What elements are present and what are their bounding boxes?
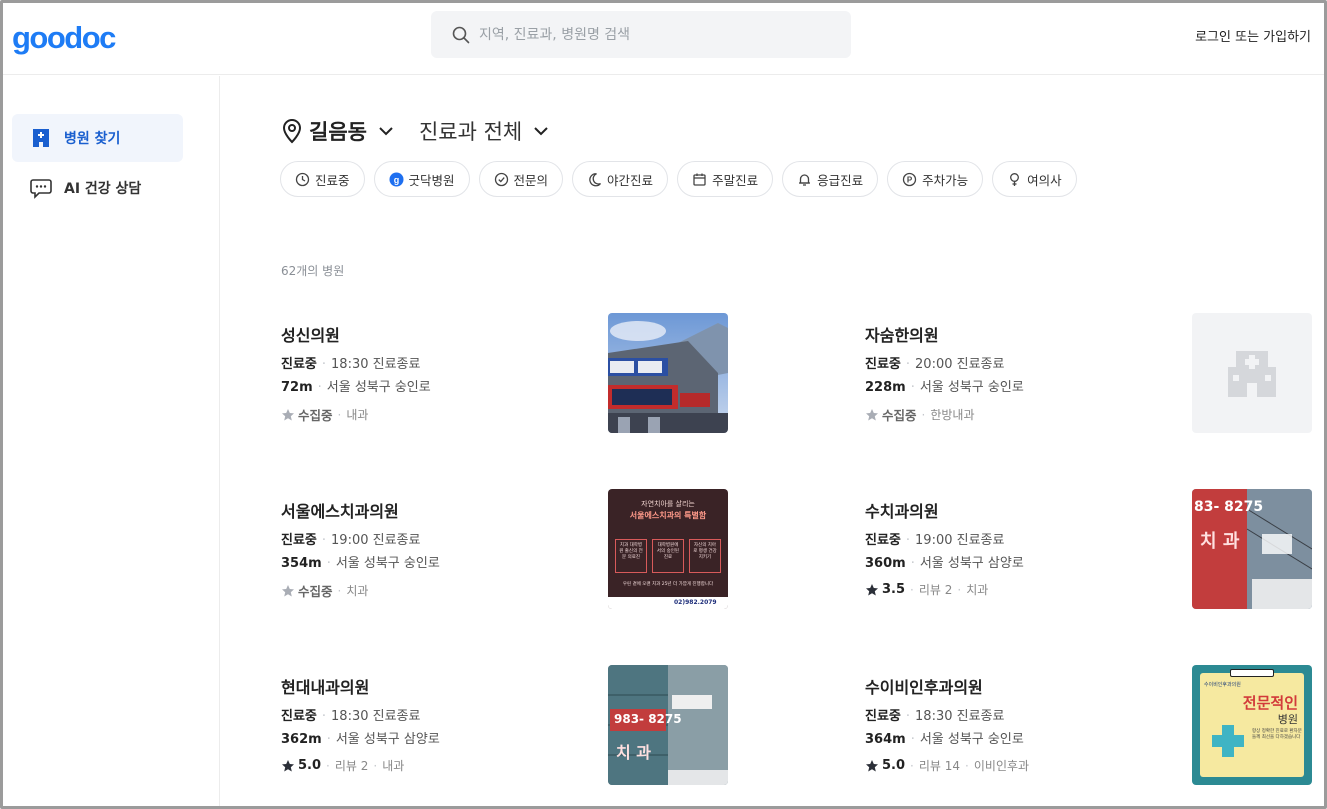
hospital-hours: 진료중 · 19:00 진료종료: [281, 533, 421, 548]
star-icon: [282, 584, 294, 596]
parking-icon: P: [902, 172, 917, 187]
filter-chip-female-doctor[interactable]: 여의사: [992, 161, 1077, 197]
star-icon: [866, 408, 878, 420]
hospital-meta: 수집중 · 내과: [281, 405, 368, 424]
search-icon: [452, 26, 470, 44]
map-pin-icon: [282, 118, 302, 144]
star-icon: [866, 583, 878, 595]
result-count: 62개의 병원: [281, 264, 345, 278]
hospital-meta: 5.0 · 리뷰 14 · 이비인후과: [865, 757, 1029, 774]
chevron-down-icon[interactable]: [532, 122, 550, 140]
filter-chip-weekend[interactable]: 주말진료: [677, 161, 774, 197]
filter-chip-label: 굿닥병원: [408, 172, 455, 188]
hospital-card[interactable]: 성신의원 진료중 · 18:30 진료종료 72m · 서울 성북구 숭인로 수집중 · 내…: [281, 313, 729, 433]
department-selector[interactable]: 진료과 전체: [419, 116, 522, 146]
female-icon: [1007, 172, 1022, 187]
hospital-location: 354m · 서울 성북구 숭인로: [281, 556, 440, 571]
sidebar-item-ai-consult[interactable]: AI 건강 상담: [12, 164, 183, 212]
chat-icon: [30, 177, 52, 199]
hospital-location: 362m · 서울 성북구 삼양로: [281, 732, 440, 747]
hospital-icon: [30, 127, 52, 149]
hospital-card[interactable]: 수치과의원 진료중 · 19:00 진료종료 360m · 서울 성북구 삼양로 3.5…: [865, 489, 1313, 609]
hospital-meta: 수집중 · 치과: [281, 581, 368, 600]
login-signup-link[interactable]: 로그인 또는 가입하기: [1195, 26, 1311, 45]
main-content: 길음동 진료과 전체 진료중 g 굿닥병원 전문의 야간진료 주말진료 응급진료: [221, 76, 1324, 806]
hospital-board-image: 수이비인후과의원 전문적인 병원 항상 정확한 진료로 환자분들께 최선을 다하…: [1192, 665, 1312, 785]
goodoc-badge-icon: g: [389, 172, 404, 187]
clock-icon: [295, 172, 310, 187]
sidebar: 병원 찾기 AI 건강 상담: [3, 76, 220, 806]
filter-chips: 진료중 g 굿닥병원 전문의 야간진료 주말진료 응급진료 P 주차가능 여의사: [280, 161, 1086, 197]
hospital-card[interactable]: 현대내과의원 진료중 · 18:30 진료종료 362m · 서울 성북구 삼양로 5.…: [281, 665, 729, 785]
hospital-card[interactable]: 서울에스치과의원 진료중 · 19:00 진료종료 354m · 서울 성북구 숭인로 …: [281, 489, 729, 609]
hospital-thumbnail: 983- 8275 치 과: [608, 665, 728, 785]
hospital-hours: 진료중 · 18:30 진료종료: [865, 709, 1005, 724]
filter-chip-label: 야간진료: [607, 172, 654, 188]
hospital-meta: 수집중 · 한방내과: [865, 405, 975, 424]
sidebar-item-label: 병원 찾기: [64, 131, 121, 147]
hospital-hours: 진료중 · 20:00 진료종료: [865, 357, 1005, 372]
svg-text:P: P: [907, 175, 913, 184]
hospital-promo-poster: 자연치아를 살리는 서울에스치과의 특별함 치과 대학병원 출신의 전문 의료진…: [608, 489, 728, 609]
filter-chip-label: 여의사: [1027, 172, 1062, 188]
filter-chip-label: 주차가능: [922, 172, 969, 188]
hospital-hours: 진료중 · 19:00 진료종료: [865, 533, 1005, 548]
filter-chip-goodoc-hospital[interactable]: g 굿닥병원: [373, 161, 470, 197]
chevron-down-icon[interactable]: [377, 122, 395, 140]
search-bar[interactable]: [431, 11, 851, 58]
star-icon: [282, 408, 294, 420]
hospital-hours: 진료중 · 18:30 진료종료: [281, 357, 421, 372]
hospital-card[interactable]: 자숨한의원 진료중 · 20:00 진료종료 228m · 서울 성북구 숭인로 수집중…: [865, 313, 1313, 433]
filter-chip-label: 주말진료: [712, 172, 759, 188]
calendar-icon: [692, 172, 707, 187]
top-header: goodoc 로그인 또는 가입하기: [3, 3, 1324, 75]
filter-chip-emergency[interactable]: 응급진료: [782, 161, 879, 197]
hospital-name: 성신의원: [281, 326, 340, 345]
filter-chip-label: 전문의: [513, 172, 549, 188]
location-selector-row: 길음동 진료과 전체: [281, 116, 550, 146]
hospital-name: 수치과의원: [865, 502, 939, 521]
hospital-name: 자숨한의원: [865, 326, 939, 345]
moon-icon: [587, 172, 602, 187]
filter-chip-night[interactable]: 야간진료: [572, 161, 669, 197]
star-icon: [282, 759, 294, 771]
filter-chip-label: 진료중: [315, 172, 350, 188]
hospital-meta: 3.5 · 리뷰 2 · 치과: [865, 581, 988, 598]
hospital-name: 수이비인후과의원: [865, 678, 983, 697]
filter-chip-open-now[interactable]: 진료중: [280, 161, 365, 197]
hospital-card[interactable]: 수이비인후과의원 진료중 · 18:30 진료종료 364m · 서울 성북구 숭인로 …: [865, 665, 1313, 785]
svg-text:g: g: [393, 175, 399, 185]
search-input[interactable]: [479, 11, 839, 58]
star-icon: [866, 759, 878, 771]
hospital-name: 서울에스치과의원: [281, 502, 399, 521]
hospital-thumbnail: 83- 8275 치 과: [1192, 489, 1312, 609]
hospital-location: 364m · 서울 성북구 숭인로: [865, 732, 1024, 747]
hospital-location: 72m · 서울 성북구 숭인로: [281, 380, 431, 395]
hospital-location: 228m · 서울 성북구 숭인로: [865, 380, 1024, 395]
hospital-meta: 5.0 · 리뷰 2 · 내과: [281, 757, 404, 774]
sidebar-item-find-hospital[interactable]: 병원 찾기: [12, 114, 183, 162]
goodoc-logo[interactable]: goodoc: [12, 20, 116, 56]
sidebar-item-label: AI 건강 상담: [64, 181, 142, 197]
filter-chip-parking[interactable]: P 주차가능: [887, 161, 984, 197]
check-circle-icon: [494, 172, 509, 187]
hospital-hours: 진료중 · 18:30 진료종료: [281, 709, 421, 724]
hospital-thumbnail: [608, 313, 728, 433]
hospital-name: 현대내과의원: [281, 678, 370, 697]
location-name[interactable]: 길음동: [309, 116, 367, 146]
bell-icon: [797, 172, 812, 187]
hospital-location: 360m · 서울 성북구 삼양로: [865, 556, 1024, 571]
hospital-placeholder-icon: [1192, 313, 1312, 433]
filter-chip-label: 응급진료: [817, 172, 864, 188]
filter-chip-specialist[interactable]: 전문의: [478, 161, 564, 197]
